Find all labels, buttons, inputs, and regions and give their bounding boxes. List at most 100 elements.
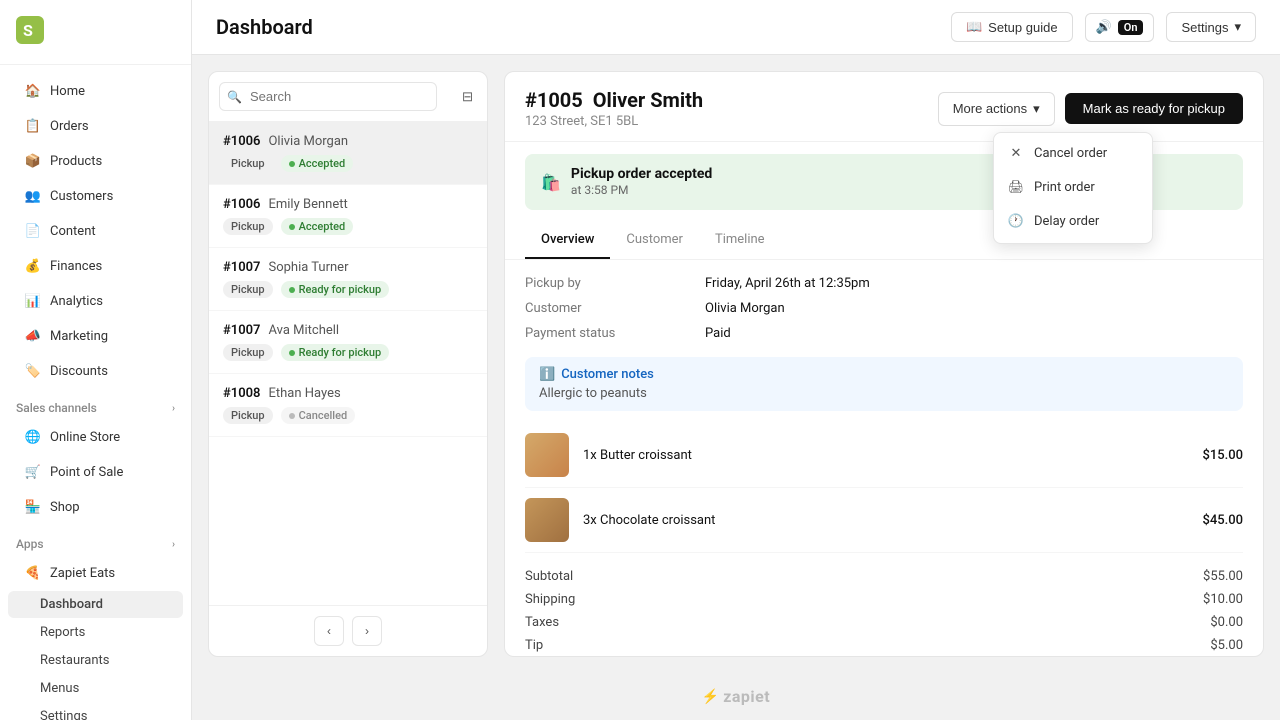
sales-channels-header: Sales channels › [0,389,191,419]
line-item-1: 3x Chocolate croissant $45.00 [525,488,1243,553]
sidebar-sub-item-settings[interactable]: Settings [8,703,183,720]
order-list-item-1[interactable]: #1006 Emily Bennett Pickup Accepted [209,185,487,248]
order-item-num: #1008 [223,386,260,401]
mark-ready-button[interactable]: Mark as ready for pickup [1065,93,1243,124]
order-list-item-2[interactable]: #1007 Sophia Turner Pickup Ready for pic… [209,248,487,311]
sidebar-item-zapiet-eats[interactable]: 🍕 Zapiet Eats [8,556,183,590]
sidebar-sub-item-restaurants[interactable]: Restaurants [8,647,183,674]
shipping-value: $10.00 [1203,592,1243,607]
cancel-order-item[interactable]: ✕ Cancel order [994,137,1152,171]
search-input[interactable] [219,82,437,111]
orders-panel: 🔍 ⊟ #1006 Olivia Morgan Pickup Accepted … [208,71,488,657]
discounts-icon: 🏷️ [24,362,42,380]
sound-toggle[interactable]: 🔊 On [1085,13,1155,42]
sidebar-item-customers-label: Customers [50,189,113,204]
orders-list: #1006 Olivia Morgan Pickup Accepted #100… [209,122,487,605]
sidebar-sub-item-dashboard-label: Dashboard [40,597,103,612]
print-order-item[interactable]: 🖨 Print order [994,171,1152,205]
tip-row: Tip $5.00 [525,634,1243,657]
customer-notes-title: ℹ️ Customer notes [539,367,1229,382]
item-thumb-1 [525,498,569,542]
order-status-badge: Ready for pickup [281,281,390,298]
prev-page-button[interactable]: ‹ [314,616,344,646]
finances-icon: 💰 [24,257,42,275]
sidebar-item-finances-label: Finances [50,259,102,274]
order-item-header: #1006 Emily Bennett [223,197,473,212]
shop-icon: 🏪 [24,498,42,516]
order-number: #1005 [525,88,583,112]
order-address: 123 Street, SE1 5BL [525,114,703,129]
sidebar-sub-item-menus[interactable]: Menus [8,675,183,702]
topbar-actions: 📖 Setup guide 🔊 On Settings ▾ [951,12,1256,42]
content-icon: 📄 [24,222,42,240]
order-type-badge: Pickup [223,407,273,424]
sidebar-logo: S [0,0,191,65]
zapiet-footer: ⚡ zapiet [192,673,1280,720]
sidebar-item-products[interactable]: 📦 Products [8,144,183,178]
tab-customer[interactable]: Customer [610,222,699,259]
item-price-1: $45.00 [1202,513,1243,528]
info-icon: ℹ️ [539,367,555,382]
order-list-item-0[interactable]: #1006 Olivia Morgan Pickup Accepted [209,122,487,185]
order-status-badge: Cancelled [281,407,356,424]
taxes-row: Taxes $0.00 [525,611,1243,634]
sidebar-item-content[interactable]: 📄 Content [8,214,183,248]
item-name-1: 3x Chocolate croissant [583,513,1188,528]
sidebar-item-orders[interactable]: 📋 Orders [8,109,183,143]
sales-channels-chevron: › [172,403,175,414]
order-list-item-3[interactable]: #1007 Ava Mitchell Pickup Ready for pick… [209,311,487,374]
settings-button[interactable]: Settings ▾ [1166,12,1256,42]
payment-status-value: Paid [705,326,731,341]
sidebar-sub-item-dashboard[interactable]: Dashboard [8,591,183,618]
order-item-name: Olivia Morgan [268,134,348,149]
order-detail-panel: #1005 Oliver Smith 123 Street, SE1 5BL M… [504,71,1264,657]
order-list-item-4[interactable]: #1008 Ethan Hayes Pickup Cancelled [209,374,487,437]
dropdown-menu: ✕ Cancel order 🖨 Print order 🕐 Delay ord… [993,132,1153,244]
order-item-meta: Pickup Ready for pickup [223,281,473,298]
order-title-block: #1005 Oliver Smith 123 Street, SE1 5BL [525,88,703,129]
next-page-button[interactable]: › [352,616,382,646]
filter-button[interactable]: ⊟ [458,85,477,109]
home-icon: 🏠 [24,82,42,100]
page-title: Dashboard [216,15,313,39]
customers-icon: 👥 [24,187,42,205]
content-area: 🔍 ⊟ #1006 Olivia Morgan Pickup Accepted … [192,55,1280,673]
taxes-label: Taxes [525,615,559,630]
tab-overview[interactable]: Overview [525,222,610,259]
order-item-meta: Pickup Ready for pickup [223,344,473,361]
order-type-badge: Pickup [223,281,273,298]
sidebar-item-analytics-label: Analytics [50,294,103,309]
search-wrapper: 🔍 [219,82,450,111]
sidebar-item-marketing[interactable]: 📣 Marketing [8,319,183,353]
sidebar-item-home[interactable]: 🏠 Home [8,74,183,108]
tab-timeline[interactable]: Timeline [699,222,781,259]
customer-row: Customer Olivia Morgan [525,301,1243,316]
sidebar-item-finances[interactable]: 💰 Finances [8,249,183,283]
accepted-banner-icon: 🛍️ [541,173,561,192]
setup-guide-button[interactable]: 📖 Setup guide [951,12,1073,42]
payment-status-row: Payment status Paid [525,326,1243,341]
sidebar-sub-item-reports[interactable]: Reports [8,619,183,646]
sidebar-item-customers[interactable]: 👥 Customers [8,179,183,213]
more-actions-label: More actions [953,101,1027,116]
zapiet-logo-icon: ⚡ [702,689,719,705]
pickup-by-row: Pickup by Friday, April 26th at 12:35pm [525,276,1243,291]
subtotal-label: Subtotal [525,569,573,584]
delay-order-item[interactable]: 🕐 Delay order [994,205,1152,239]
order-item-header: #1007 Ava Mitchell [223,323,473,338]
print-icon: 🖨 [1008,180,1024,196]
sidebar-item-point-of-sale[interactable]: 🛒 Point of Sale [8,455,183,489]
order-type-badge: Pickup [223,155,273,172]
sidebar-item-analytics[interactable]: 📊 Analytics [8,284,183,318]
sidebar-item-shop[interactable]: 🏪 Shop [8,490,183,524]
more-actions-button[interactable]: More actions ▾ [938,92,1055,126]
zapiet-logo-text: zapiet [723,687,770,706]
sidebar-item-marketing-label: Marketing [50,329,108,344]
sidebar-item-online-store[interactable]: 🌐 Online Store [8,420,183,454]
line-item-0: 1x Butter croissant $15.00 [525,423,1243,488]
settings-label: Settings [1181,20,1228,35]
sidebar-item-discounts[interactable]: 🏷️ Discounts [8,354,183,388]
order-detail-header: #1005 Oliver Smith 123 Street, SE1 5BL M… [505,72,1263,142]
cancel-icon: ✕ [1008,146,1024,162]
order-item-num: #1006 [223,134,260,149]
